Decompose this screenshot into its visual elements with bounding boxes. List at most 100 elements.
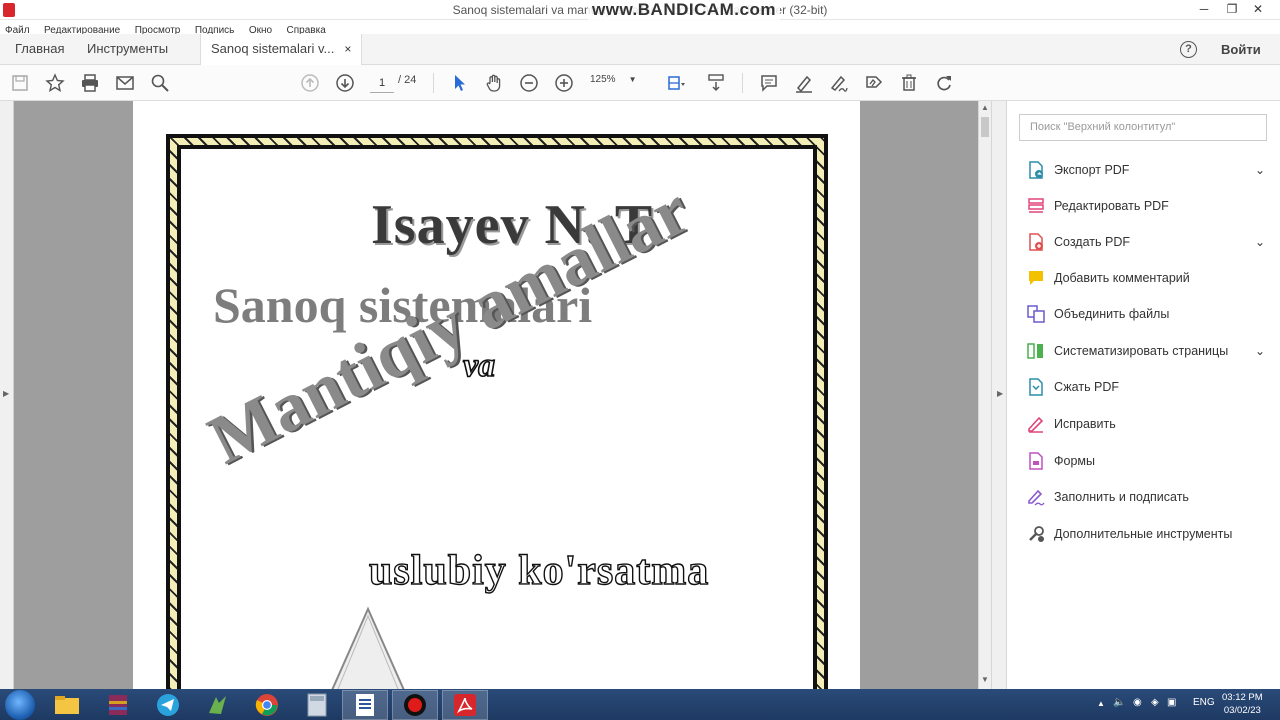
bandicam-record-icon[interactable] [392,690,438,720]
window-title-bar: Sanoq sistemalari va mantiqiy amallar - … [0,0,1280,20]
tool-label: Формы [1054,454,1095,468]
left-panel-toggle[interactable]: ▶ [0,101,14,689]
page-number-input[interactable]: 1 [370,73,394,93]
acrobat-taskbar-icon[interactable] [442,690,488,720]
tool-fix[interactable]: Исправить [1027,413,1267,435]
tool-label: Дополнительные инструменты [1054,527,1233,541]
app-icon[interactable] [195,690,241,720]
pdf-page: Isayev N. T. Sanoq sistemalari va Mantiq… [133,101,860,701]
chrome-icon[interactable] [244,690,290,720]
zoom-in-icon[interactable] [553,72,575,94]
previous-page-icon[interactable] [299,72,321,94]
tab-document[interactable]: Sanoq sistemalari v... × [200,34,363,65]
tool-label: Сжать PDF [1054,380,1120,394]
tool-label: Создать PDF [1054,235,1130,249]
zoom-dropdown-icon: ▼ [628,75,637,84]
page-count: / 24 [398,74,417,86]
main-toolbar: 1 / 24 125% ▼ [0,65,1280,101]
scroll-thumb[interactable] [981,117,989,137]
close-tab-icon[interactable]: × [344,42,351,56]
help-icon[interactable]: ? [1180,41,1197,58]
toolbar-divider [433,73,434,93]
tray-overflow-icon[interactable]: ▲ [1097,699,1105,708]
clock-time: 03:12 PM [1222,692,1263,703]
tool-export-pdf[interactable]: Экспорт PDF ⌄ [1027,159,1267,181]
minimize-button[interactable]: ─ [1190,0,1218,20]
collapse-right-icon: ▶ [997,389,1004,398]
decorative-triangle [326,606,410,701]
tool-more-tools[interactable]: Дополнительные инструменты [1027,523,1267,545]
tools-search-input[interactable]: Поиск "Верхний колонтитул" [1019,114,1267,141]
highlight-pen-icon[interactable] [793,72,815,94]
compress-pdf-icon [1029,378,1043,396]
tray-app-icon[interactable]: ◉ [1133,697,1142,708]
tool-compress-pdf[interactable]: Сжать PDF [1027,376,1267,398]
chevron-down-icon[interactable]: ⌄ [1255,231,1265,253]
tool-combine-files[interactable]: Объединить файлы [1027,303,1267,325]
hand-tool-icon[interactable] [483,72,505,94]
select-cursor-icon[interactable] [448,72,470,94]
fix-icon [1028,416,1044,433]
system-clock[interactable]: 03:12 PM 03/02/23 [1222,691,1263,717]
windows-taskbar: ▲ 🔈 ◉ ◈ ▣ ENG 03:12 PM 03/02/23 [0,689,1280,720]
tab-tools[interactable]: Инструменты [87,34,168,65]
scrolling-mode-icon[interactable] [705,72,727,94]
print-icon[interactable] [79,72,101,94]
fit-page-icon[interactable] [665,72,687,94]
scroll-down-icon[interactable]: ▼ [981,675,989,684]
export-pdf-icon [1029,161,1043,179]
tool-forms[interactable]: Формы [1027,450,1267,472]
email-icon[interactable] [114,72,136,94]
tool-add-comment[interactable]: Добавить комментарий [1027,267,1267,289]
zoom-level-select[interactable]: 125% ▼ [590,74,642,85]
forms-icon [1029,452,1043,470]
telegram-icon[interactable] [145,690,191,720]
next-page-icon[interactable] [334,72,356,94]
create-pdf-icon [1029,233,1043,251]
comment-icon[interactable] [758,72,780,94]
more-tools-icon [1029,526,1044,542]
signin-button[interactable]: Войти [1221,42,1261,57]
start-button[interactable] [5,690,35,720]
word-document-icon[interactable] [342,690,388,720]
save-icon[interactable] [9,72,31,94]
organize-pages-icon [1027,343,1043,359]
network-icon[interactable]: ▣ [1167,697,1176,708]
chevron-down-icon[interactable]: ⌄ [1255,159,1265,181]
tools-pane: Поиск "Верхний колонтитул" Экспорт PDF ⌄… [1007,101,1280,689]
tool-label: Систематизировать страницы [1054,344,1229,358]
chevron-down-icon[interactable]: ⌄ [1255,340,1265,362]
tool-label: Исправить [1054,417,1116,431]
document-subtitle: uslubiy ko'rsatma [368,547,710,594]
delete-icon[interactable] [898,72,920,94]
tool-create-pdf[interactable]: Создать PDF ⌄ [1027,231,1267,253]
bookmark-star-icon[interactable] [44,72,66,94]
right-panel-toggle[interactable]: ▶ [991,101,1007,689]
winrar-icon[interactable] [95,690,141,720]
scroll-up-icon[interactable]: ▲ [981,103,989,112]
tab-document-label: Sanoq sistemalari v... [211,41,335,56]
volume-icon[interactable]: 🔈 [1113,697,1125,708]
draw-signature-icon[interactable] [828,72,850,94]
zoom-out-icon[interactable] [518,72,540,94]
vertical-scrollbar[interactable]: ▲ ▼ [978,101,991,689]
bandicam-watermark: www.BANDICAM.com [588,0,780,20]
file-explorer-icon[interactable] [44,690,90,720]
close-window-button[interactable]: ✕ [1236,0,1280,20]
tool-label: Экспорт PDF [1054,163,1130,177]
comment-icon [1029,271,1043,285]
tab-row: Главная Инструменты Sanoq sistemalari v.… [0,34,1280,65]
tool-fill-sign[interactable]: Заполнить и подписать [1027,486,1267,508]
search-icon[interactable] [149,72,171,94]
tool-label: Заполнить и подписать [1054,490,1189,504]
rotate-icon[interactable] [933,72,955,94]
share-sign-icon[interactable] [863,72,885,94]
calculator-icon[interactable] [294,690,340,720]
tab-home[interactable]: Главная [15,34,64,65]
tool-label: Объединить файлы [1054,307,1170,321]
language-indicator[interactable]: ENG [1193,697,1215,708]
tool-label: Редактировать PDF [1054,199,1169,213]
tool-edit-pdf[interactable]: Редактировать PDF [1027,195,1267,217]
security-icon[interactable]: ◈ [1151,697,1159,708]
tool-organize-pages[interactable]: Систематизировать страницы ⌄ [1027,340,1267,362]
